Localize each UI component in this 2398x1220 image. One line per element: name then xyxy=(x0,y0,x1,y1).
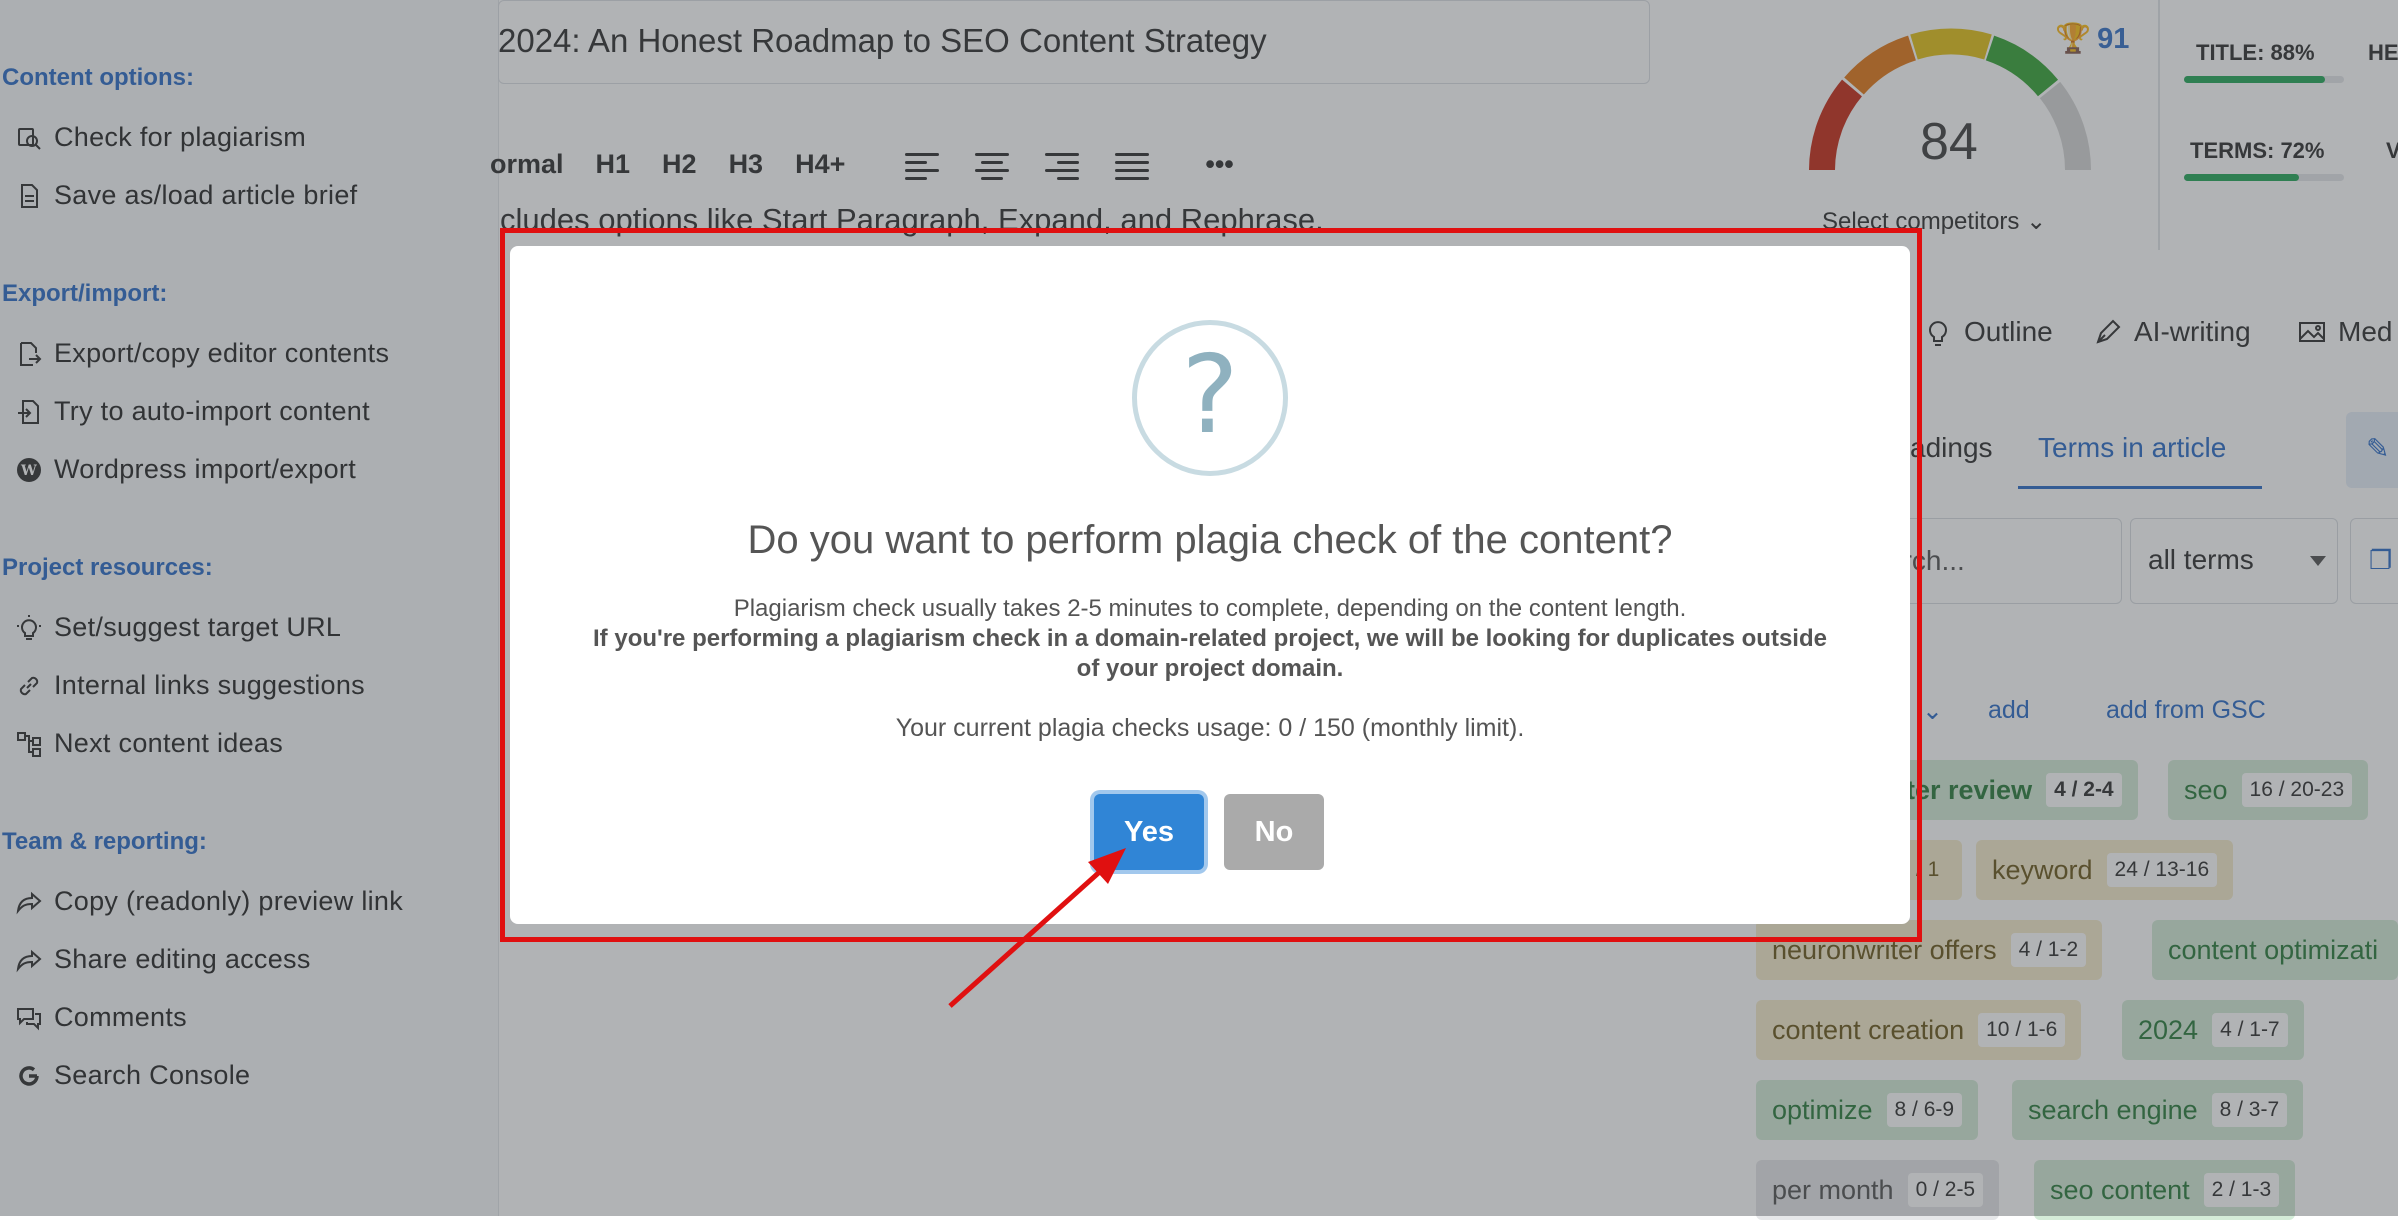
question-icon: ? xyxy=(1132,320,1288,476)
dialog-title: Do you want to perform plagia check of t… xyxy=(747,518,1673,562)
question-mark: ? xyxy=(1181,333,1239,458)
dialog-usage-text: Your current plagia checks usage: 0 / 15… xyxy=(895,714,1525,742)
no-button[interactable]: No xyxy=(1224,794,1324,870)
plagiarism-confirm-dialog: ? Do you want to perform plagia check of… xyxy=(510,246,1910,924)
dialog-body-text: Plagiarism check usually takes 2-5 minut… xyxy=(733,595,1687,622)
yes-button[interactable]: Yes xyxy=(1094,794,1204,870)
dialog-body: Plagiarism check usually takes 2-5 minut… xyxy=(590,594,1830,684)
dialog-body-warning: If you're performing a plagiarism check … xyxy=(593,625,1827,682)
